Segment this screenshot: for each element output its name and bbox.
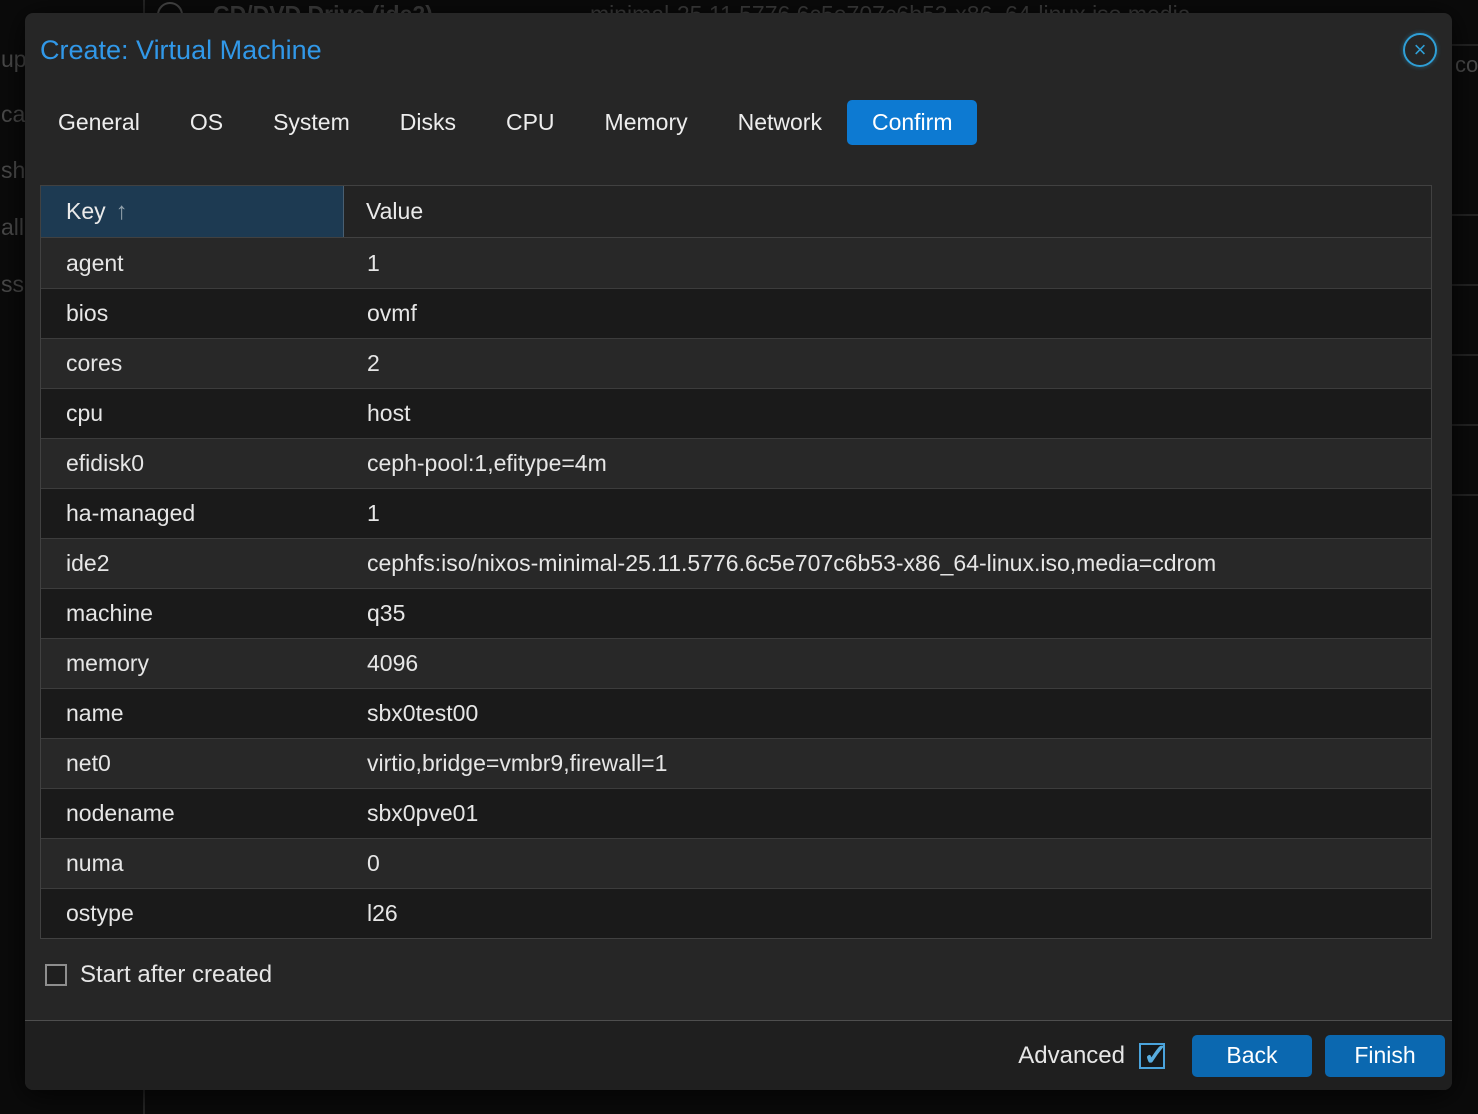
background-grid-line [1452,44,1478,46]
cell-key: ha-managed [41,500,344,527]
cell-key: ide2 [41,550,344,577]
table-header-row: Key ↑ Value [41,186,1431,238]
tab-disks[interactable]: Disks [375,100,481,145]
background-grid-line [1452,354,1478,356]
confirm-settings-table: Key ↑ Value agent1biosovmfcores2cpuhoste… [40,185,1432,939]
cell-value: virtio,bridge=vmbr9,firewall=1 [344,750,1431,777]
table-row-cores[interactable]: cores2 [41,338,1431,388]
advanced-label: Advanced [1018,1042,1125,1070]
close-icon[interactable]: × [1403,33,1437,67]
cell-value: cephfs:iso/nixos-minimal-25.11.5776.6c5e… [344,550,1431,577]
background-grid-line [1452,214,1478,216]
cell-value: 2 [344,350,1431,377]
cell-key: cpu [41,400,344,427]
column-header-key[interactable]: Key ↑ [41,186,344,237]
cell-key: net0 [41,750,344,777]
cell-key: bios [41,300,344,327]
background-sidebar-item-fragment: sh [1,157,25,184]
table-row-nodename[interactable]: nodenamesbx0pve01 [41,788,1431,838]
table-row-machine[interactable]: machineq35 [41,588,1431,638]
cell-key: efidisk0 [41,450,344,477]
background-sidebar-item-fragment: ca [1,101,25,128]
tab-confirm[interactable]: Confirm [847,100,978,145]
background-grid-line [1452,284,1478,286]
table-row-ostype[interactable]: ostypel26 [41,888,1431,938]
cell-key: nodename [41,800,344,827]
tab-general[interactable]: General [33,100,165,145]
back-button[interactable]: Back [1192,1035,1312,1077]
tab-memory[interactable]: Memory [580,100,713,145]
table-row-ide2[interactable]: ide2cephfs:iso/nixos-minimal-25.11.5776.… [41,538,1431,588]
table-body: agent1biosovmfcores2cpuhostefidisk0ceph-… [41,238,1431,938]
cell-value: 1 [344,250,1431,277]
cell-value: 1 [344,500,1431,527]
tab-bar: GeneralOSSystemDisksCPUMemoryNetworkConf… [33,99,977,145]
background-grid-line [1452,424,1478,426]
cell-value: 0 [344,850,1431,877]
table-row-efidisk0[interactable]: efidisk0ceph-pool:1,efitype=4m [41,438,1431,488]
background-grid-line [1452,494,1478,496]
cell-key: name [41,700,344,727]
cell-key: machine [41,600,344,627]
start-after-created-checkbox[interactable]: Start after created [45,961,272,989]
cell-value: l26 [344,900,1431,927]
background-sidebar-item-fragment: up [1,46,27,73]
cell-value: host [344,400,1431,427]
tab-os[interactable]: OS [165,100,248,145]
cell-key: ostype [41,900,344,927]
table-row-net0[interactable]: net0virtio,bridge=vmbr9,firewall=1 [41,738,1431,788]
cell-value: sbx0pve01 [344,800,1431,827]
column-header-key-label: Key [66,198,106,225]
tab-cpu[interactable]: CPU [481,100,580,145]
background-right-fragment: co [1455,52,1478,78]
cell-value: q35 [344,600,1431,627]
create-vm-dialog: Create: Virtual Machine × GeneralOSSyste… [25,13,1452,1090]
start-after-created-label: Start after created [80,961,272,989]
cell-value: ceph-pool:1,efitype=4m [344,450,1431,477]
dialog-title: Create: Virtual Machine [40,35,322,66]
column-header-value[interactable]: Value [344,186,1431,237]
background-sidebar-item-fragment: all [1,214,24,241]
cell-key: memory [41,650,344,677]
advanced-checkbox[interactable]: ✓ [1139,1043,1165,1069]
tab-network[interactable]: Network [713,100,847,145]
sort-ascending-icon: ↑ [116,198,128,226]
table-row-ha-managed[interactable]: ha-managed1 [41,488,1431,538]
cell-value: sbx0test00 [344,700,1431,727]
column-header-value-label: Value [366,198,423,225]
checkmark-icon: ✓ [1143,1038,1168,1073]
table-row-memory[interactable]: memory4096 [41,638,1431,688]
finish-button[interactable]: Finish [1325,1035,1445,1077]
table-row-bios[interactable]: biosovmf [41,288,1431,338]
tab-system[interactable]: System [248,100,375,145]
cell-key: agent [41,250,344,277]
table-row-numa[interactable]: numa0 [41,838,1431,888]
cell-key: numa [41,850,344,877]
background-sidebar-item-fragment: ss [1,271,24,298]
dialog-footer: Advanced ✓ Back Finish [25,1020,1452,1090]
table-row-cpu[interactable]: cpuhost [41,388,1431,438]
cell-value: 4096 [344,650,1431,677]
table-row-name[interactable]: namesbx0test00 [41,688,1431,738]
checkbox-unchecked-icon[interactable] [45,964,67,986]
cell-key: cores [41,350,344,377]
cell-value: ovmf [344,300,1431,327]
table-row-agent[interactable]: agent1 [41,238,1431,288]
